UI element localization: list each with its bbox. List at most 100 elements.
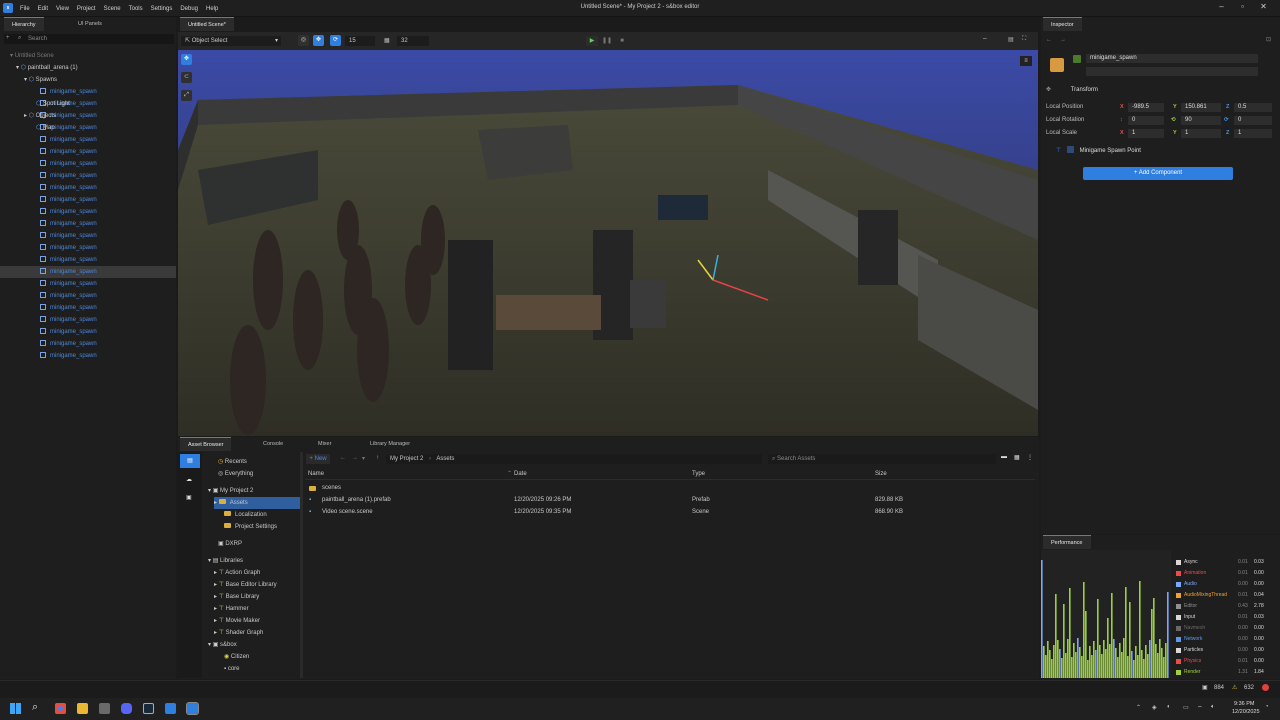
sidebar-core[interactable]: ▪ core: [224, 663, 344, 675]
sidebar-library-item[interactable]: ▸ ⊤ Shader Graph: [214, 627, 334, 639]
calendar-icon[interactable]: [99, 703, 110, 714]
tree-spawn-item[interactable]: minigame_spawn: [0, 326, 176, 338]
scale-y-field[interactable]: 1: [1181, 129, 1221, 138]
add-object-button[interactable]: ✥: [181, 54, 192, 65]
tray-steam-icon[interactable]: ◐: [1167, 704, 1171, 710]
rotation-roll-field[interactable]: 0: [1234, 116, 1272, 125]
lock-icon[interactable]: ⊡: [1266, 36, 1271, 43]
rotation-yaw-field[interactable]: 90: [1181, 116, 1221, 125]
grid-snap-field[interactable]: 15: [345, 36, 375, 46]
play-button[interactable]: ▶: [586, 36, 598, 46]
maximize-button[interactable]: ▫: [1232, 2, 1253, 11]
component-enabled-checkbox[interactable]: [1066, 146, 1074, 153]
network-icon[interactable]: ▭: [1183, 704, 1189, 711]
tree-objects[interactable]: ▸ ⬡ Objects: [0, 110, 176, 122]
tab-hierarchy[interactable]: Hierarchy: [4, 17, 44, 31]
cloud-icon[interactable]: ☁: [186, 476, 192, 483]
error-icon[interactable]: [1262, 684, 1269, 691]
tree-spawn-item[interactable]: minigame_spawn: [0, 338, 176, 350]
warning-icon[interactable]: ⚠: [1232, 684, 1237, 691]
back-icon[interactable]: ←: [1046, 37, 1052, 43]
position-x-field[interactable]: -989.5: [1128, 103, 1164, 112]
sidebar-library-item[interactable]: ▸ ⊤ Base Library: [214, 591, 334, 603]
tree-spawn-item[interactable]: minigame_spawn: [0, 182, 176, 194]
tree-spawn-item[interactable]: minigame_spawn: [0, 230, 176, 242]
perf-row[interactable]: Audio 0.00 0.00: [1176, 579, 1270, 590]
perf-row[interactable]: Navmesh 0.00 0.00: [1176, 623, 1270, 634]
wifi-icon[interactable]: ⌔: [982, 36, 988, 44]
sbox-taskbar-icon[interactable]: [165, 703, 176, 714]
globe-icon[interactable]: ◎: [298, 35, 309, 46]
tree-spawn-item[interactable]: minigame_spawn: [0, 194, 176, 206]
rotate-tool-button[interactable]: ⟳: [330, 35, 341, 46]
scene-viewport[interactable]: [178, 50, 1038, 436]
new-button[interactable]: + New: [306, 454, 330, 464]
rotation-pitch-field[interactable]: 0: [1128, 116, 1164, 125]
wifi-tray-icon[interactable]: ⌔: [1197, 704, 1203, 712]
tree-spawn-item[interactable]: minigame_spawn: [0, 218, 176, 230]
col-type[interactable]: Type: [692, 468, 705, 480]
add-component-button[interactable]: + Add Component: [1083, 167, 1233, 180]
object-name-field[interactable]: minigame_spawn: [1086, 54, 1258, 63]
notification-icon[interactable]: ◔: [1265, 704, 1269, 710]
grid-size-field[interactable]: 32: [397, 36, 429, 46]
sidebar-sbox[interactable]: ▾ ▣ s&box: [208, 639, 328, 651]
tree-spawns[interactable]: ▾ ⬡ Spawns: [0, 74, 176, 86]
tree-spawn-item[interactable]: minigame_spawn: [0, 254, 176, 266]
stop-button[interactable]: ■: [616, 36, 628, 46]
tray-app-icon[interactable]: ◈: [1152, 704, 1157, 711]
link-icon[interactable]: ⊂: [181, 72, 192, 83]
nav-up-icon[interactable]: ↑: [376, 455, 379, 461]
discord-icon[interactable]: [121, 703, 132, 714]
tab-asset-browser[interactable]: Asset Browser: [180, 437, 232, 451]
perf-row[interactable]: Editor 0.43 2.78: [1176, 601, 1270, 612]
sidebar-library-item[interactable]: ▸ ⊤ Movie Maker: [214, 615, 334, 627]
file-explorer-icon[interactable]: [77, 703, 88, 714]
perf-row[interactable]: Animation 0.01 0.00: [1176, 568, 1270, 579]
sidebar-library-item[interactable]: ▸ ⊤ Hammer: [214, 603, 334, 615]
tree-spawn-item[interactable]: minigame_spawn: [0, 290, 176, 302]
sidebar-divider[interactable]: [300, 452, 303, 678]
col-size[interactable]: Size: [875, 468, 887, 480]
clock-time[interactable]: 9:36 PM: [1234, 701, 1254, 707]
asset-search[interactable]: ⌕ Search Assets: [768, 454, 996, 464]
windows-start-icon[interactable]: [10, 703, 21, 714]
file-row[interactable]: scenes: [305, 482, 1035, 494]
perf-row[interactable]: Render 1.31 1.84: [1176, 667, 1270, 678]
scale-x-field[interactable]: 1: [1128, 129, 1164, 138]
file-row[interactable]: ▪ Video scene.scene 12/20/2025 09:35 PM Sce…: [305, 506, 1035, 518]
col-date[interactable]: Date: [514, 468, 527, 480]
scale-z-field[interactable]: 1: [1234, 129, 1272, 138]
tree-map[interactable]: ⬡ Map: [0, 122, 176, 134]
sidebar-library-item[interactable]: ▸ ⊤ Base Editor Library: [214, 579, 334, 591]
enabled-checkbox[interactable]: [1073, 55, 1081, 63]
more-options-icon[interactable]: ⋮: [1027, 454, 1033, 461]
sbox-editor-taskbar-icon[interactable]: [186, 702, 199, 715]
perf-row[interactable]: Async 0.01 0.03: [1176, 557, 1270, 568]
layout-icon[interactable]: ▤: [1008, 36, 1014, 43]
perf-row[interactable]: Input 0.01 0.03: [1176, 612, 1270, 623]
perf-row[interactable]: AudioMixingThread 0.01 0.04: [1176, 590, 1270, 601]
viewport-options-icon[interactable]: ≡: [1020, 56, 1032, 66]
tree-spawn-item[interactable]: minigame_spawn: [0, 170, 176, 182]
minimize-button[interactable]: –: [1211, 2, 1232, 11]
tree-arena[interactable]: ▾ ⬡ paintball_arena (1): [0, 62, 176, 74]
expand-icon[interactable]: ⤢: [181, 90, 192, 101]
tree-spawn-item[interactable]: minigame_spawn: [0, 302, 176, 314]
tree-spawn-item[interactable]: minigame_spawn: [0, 350, 176, 362]
nav-back-icon[interactable]: ←: [340, 455, 346, 461]
steam-icon[interactable]: [143, 703, 154, 714]
tab-ui-panels[interactable]: UI Panels: [70, 17, 110, 31]
perf-row[interactable]: Particles 0.00 0.00: [1176, 645, 1270, 656]
position-z-field[interactable]: 0.5: [1234, 103, 1272, 112]
sidebar-dxrp[interactable]: ▣ DXRP: [218, 538, 338, 550]
hierarchy-search[interactable]: + ⌕ Search: [4, 34, 174, 44]
sidebar-assets[interactable]: ▸ Assets: [214, 497, 300, 509]
mode-select[interactable]: ⇱ Object Select ▾: [181, 36, 281, 46]
perf-row[interactable]: Network 0.00 0.00: [1176, 634, 1270, 645]
sidebar-libraries[interactable]: ▾ ▤ Libraries: [208, 555, 328, 567]
chrome-icon[interactable]: [55, 703, 66, 714]
tree-spawn-item[interactable]: minigame_spawn: [0, 278, 176, 290]
nav-history-icon[interactable]: ▾: [362, 455, 365, 462]
tree-spawn-item[interactable]: minigame_spawn: [0, 242, 176, 254]
